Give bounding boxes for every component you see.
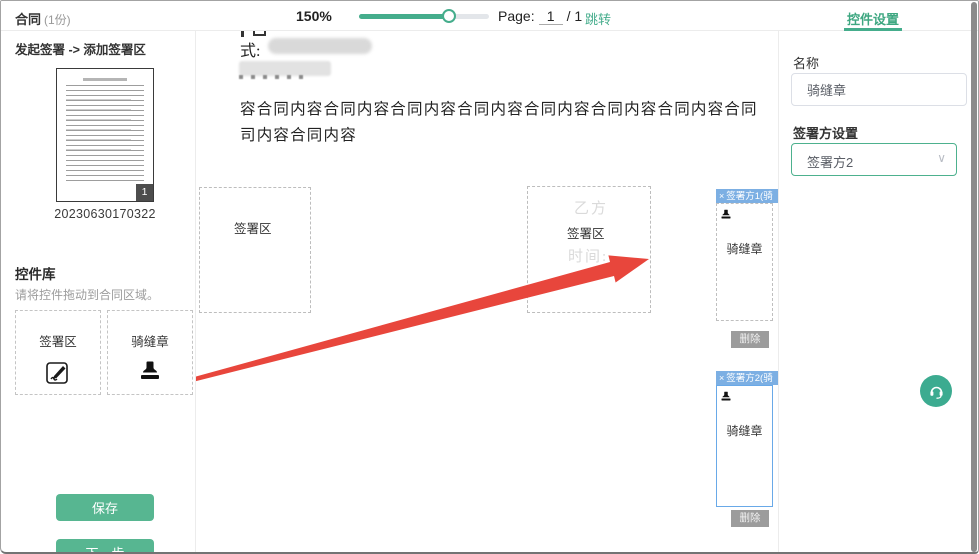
stamp-icon	[720, 389, 732, 407]
close-icon[interactable]: ×	[719, 371, 724, 385]
signature-area-placeholder-right[interactable]: 乙方 时间: 签署区	[527, 186, 651, 313]
page-label: Page:	[498, 8, 535, 24]
document-paragraph: 容合同内容合同内容合同内容合同内容合同内容合同内容合同内容合同 司内容合同内容	[240, 97, 760, 149]
delete-button[interactable]: 删除	[731, 510, 769, 527]
redacted-text-marks	[239, 75, 309, 79]
signer-select[interactable]: 签署方2 ∨	[791, 143, 957, 176]
library-item-label: 签署区	[16, 331, 100, 350]
app-window: 合同(1份) 150% Page:1/ 1 跳转 控件设置 发起签署 -> 添加…	[0, 0, 979, 554]
control-library-title: 控件库	[15, 263, 56, 283]
thumbnail-caption: 20230630170322	[21, 207, 189, 221]
signature-icon	[45, 360, 71, 391]
zoom-level-value: 150%	[296, 8, 332, 24]
headset-icon	[928, 383, 945, 400]
control-library-hint: 请将控件拖动到合同区域。	[15, 286, 159, 303]
document-line-prefix: 式:	[240, 37, 260, 61]
placed-stamp-signer1[interactable]: ×签署方1(骑 骑缝章 删除	[716, 189, 778, 348]
contract-title: 合同	[15, 12, 41, 27]
library-item-paging-seal[interactable]: 骑缝章	[107, 310, 193, 395]
save-button[interactable]: 保存	[56, 494, 154, 521]
page-indicator: Page:1/ 1	[498, 8, 582, 25]
tab-active-indicator	[844, 28, 902, 31]
top-toolbar: 合同(1份) 150% Page:1/ 1 跳转 控件设置	[1, 1, 979, 31]
zoom-slider-handle[interactable]	[442, 9, 456, 23]
page-title: 合同(1份)	[15, 9, 71, 28]
zoom-slider[interactable]	[359, 14, 489, 19]
thumbnail-page-badge: 1	[136, 184, 153, 201]
next-step-button[interactable]: 下一步	[56, 539, 154, 554]
contract-count: (1份)	[44, 13, 71, 27]
signature-area-label: 签署区	[567, 223, 605, 242]
signature-area-placeholder-left[interactable]: 签署区	[199, 187, 311, 313]
scrollbar[interactable]	[971, 2, 977, 552]
stamp-label: 骑缝章	[717, 240, 772, 257]
tab-control-settings[interactable]: 控件设置	[846, 9, 900, 28]
stamp-header-label: 签署方2(骑	[726, 373, 772, 384]
faint-party-text: 乙方	[574, 197, 608, 218]
stamp-header[interactable]: ×签署方2(骑	[716, 371, 778, 385]
placed-stamp-signer2[interactable]: ×签署方2(骑 骑缝章 删除	[716, 371, 778, 527]
signer-select-value: 签署方2	[807, 152, 853, 171]
chevron-down-icon: ∨	[937, 151, 946, 165]
library-item-label: 骑缝章	[108, 331, 192, 350]
faint-time-text: 时间:	[568, 245, 608, 266]
thumbnail-text-lines-overlay	[66, 99, 131, 159]
stamp-body[interactable]: 骑缝章	[716, 203, 773, 321]
close-icon[interactable]: ×	[719, 189, 724, 203]
breadcrumb: 发起签署 -> 添加签署区	[15, 39, 146, 58]
paragraph-line: 司内容合同内容	[240, 123, 760, 149]
name-field-label: 名称	[793, 53, 819, 72]
panel-divider	[778, 31, 779, 554]
page-number-input[interactable]: 1	[539, 8, 563, 25]
stamp-label: 骑缝章	[717, 422, 772, 439]
zoom-slider-fill	[359, 14, 449, 19]
delete-button[interactable]: 删除	[731, 331, 769, 348]
customer-service-button[interactable]	[920, 375, 952, 407]
page-thumbnail[interactable]: 1	[56, 68, 154, 202]
library-item-signature-area[interactable]: 签署区	[15, 310, 101, 395]
paragraph-line: 容合同内容合同内容合同内容合同内容合同内容合同内容合同内容合同	[240, 97, 760, 123]
redacted-text-block	[268, 38, 372, 54]
stamp-header[interactable]: ×签署方1(骑	[716, 189, 778, 203]
signer-setting-label: 签署方设置	[793, 123, 858, 142]
stamp-icon	[138, 360, 162, 387]
stamp-icon	[720, 207, 732, 225]
name-input[interactable]	[791, 73, 967, 106]
stamp-header-label: 签署方1(骑	[726, 191, 772, 202]
document-canvas: 式: 容合同内容合同内容合同内容合同内容合同内容合同内容合同内容合同 司内容合同…	[196, 31, 778, 554]
stamp-body[interactable]: 骑缝章	[716, 385, 773, 507]
page-total: / 1	[567, 8, 583, 24]
signature-area-label: 签署区	[234, 218, 272, 237]
jump-link[interactable]: 跳转	[585, 9, 611, 28]
thumbnail-title-line	[83, 78, 127, 81]
redacted-text-block	[239, 61, 331, 76]
